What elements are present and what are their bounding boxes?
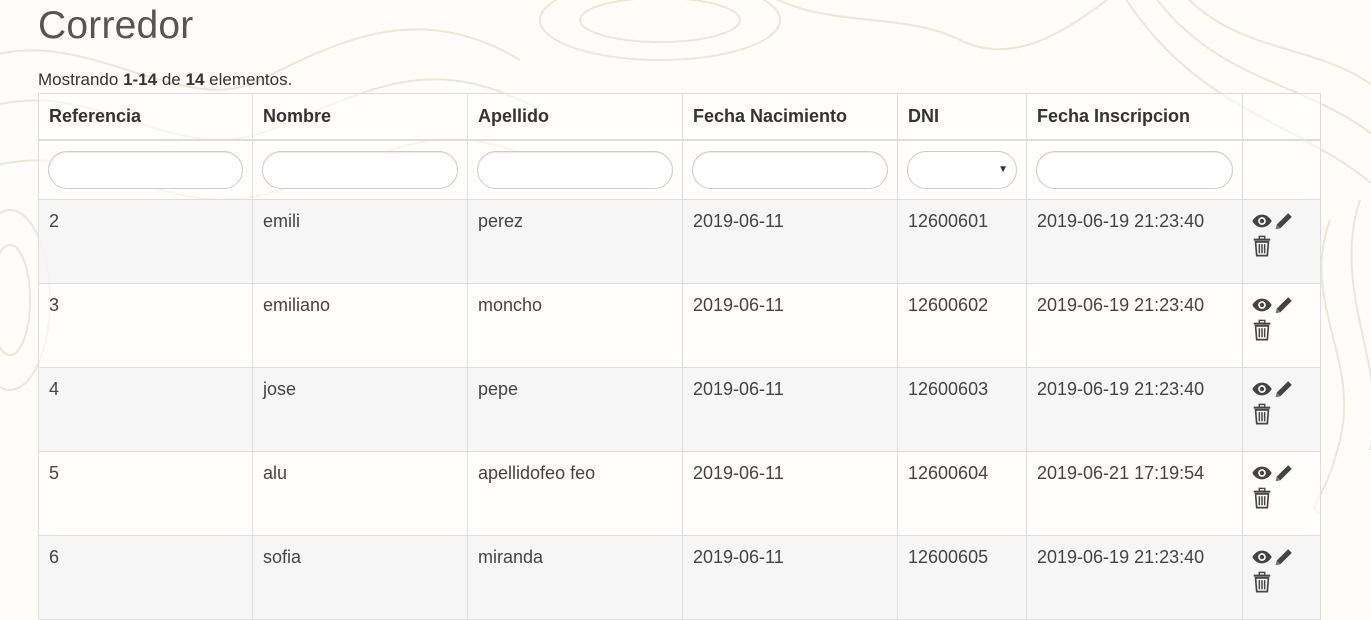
filter-cell bbox=[252, 139, 468, 200]
cell-fecha-nacimiento: 2019-06-11 bbox=[682, 367, 898, 452]
summary-total: 14 bbox=[185, 70, 205, 89]
eye-icon bbox=[1252, 298, 1272, 312]
corredor-grid: Referencia Nombre Apellido Fecha Nacimie… bbox=[38, 93, 1321, 620]
edit-button[interactable] bbox=[1273, 546, 1295, 568]
edit-button[interactable] bbox=[1273, 378, 1295, 400]
page-title: Corredor bbox=[38, 4, 194, 47]
view-button[interactable] bbox=[1251, 546, 1273, 568]
filter-dni-select[interactable]: ▼ bbox=[907, 151, 1017, 189]
eye-icon bbox=[1252, 550, 1272, 564]
cell-nombre: emiliano bbox=[252, 283, 468, 368]
filter-cell bbox=[1026, 139, 1243, 200]
table-header-row: Referencia Nombre Apellido Fecha Nacimie… bbox=[38, 93, 1321, 141]
eye-icon bbox=[1252, 466, 1272, 480]
cell-fecha-nacimiento: 2019-06-11 bbox=[682, 535, 898, 620]
cell-nombre: jose bbox=[252, 367, 468, 452]
cell-nombre: sofia bbox=[252, 535, 468, 620]
column-header-referencia[interactable]: Referencia bbox=[38, 93, 253, 141]
trash-icon bbox=[1253, 487, 1271, 509]
cell-dni: 12600605 bbox=[897, 535, 1027, 620]
summary-range: 1-14 bbox=[123, 70, 158, 89]
filter-cell: ▼ bbox=[897, 139, 1027, 200]
cell-fecha-inscripcion: 2019-06-19 21:23:40 bbox=[1026, 367, 1243, 452]
view-button[interactable] bbox=[1251, 462, 1273, 484]
cell-apellido: moncho bbox=[467, 283, 683, 368]
cell-fecha-inscripcion: 2019-06-19 21:23:40 bbox=[1026, 283, 1243, 368]
column-header-fecha-inscripcion[interactable]: Fecha Inscripcion bbox=[1026, 93, 1243, 141]
table-row: 6 sofia miranda 2019-06-11 12600605 2019… bbox=[38, 535, 1321, 620]
trash-icon bbox=[1253, 571, 1271, 593]
cell-nombre: alu bbox=[252, 451, 468, 536]
edit-button[interactable] bbox=[1273, 294, 1295, 316]
edit-button[interactable] bbox=[1273, 210, 1295, 232]
filter-row: ▼ bbox=[38, 139, 1321, 200]
eye-icon bbox=[1252, 214, 1272, 228]
edit-button[interactable] bbox=[1273, 462, 1295, 484]
table-row: 5 alu apellidofeo feo 2019-06-11 1260060… bbox=[38, 451, 1321, 536]
pencil-icon bbox=[1275, 297, 1292, 314]
cell-fecha-inscripcion: 2019-06-19 21:23:40 bbox=[1026, 535, 1243, 620]
cell-fecha-nacimiento: 2019-06-11 bbox=[682, 451, 898, 536]
delete-button[interactable] bbox=[1251, 487, 1273, 509]
pagination-summary: Mostrando 1-14 de 14 elementos. bbox=[38, 70, 293, 89]
cell-dni: 12600601 bbox=[897, 199, 1027, 284]
table-row: 3 emiliano moncho 2019-06-11 12600602 20… bbox=[38, 283, 1321, 368]
filter-fecha-inscripcion-input[interactable] bbox=[1036, 151, 1233, 189]
table-body: 2 emili perez 2019-06-11 12600601 2019-0… bbox=[38, 199, 1321, 620]
column-header-dni[interactable]: DNI bbox=[897, 93, 1027, 141]
cell-dni: 12600604 bbox=[897, 451, 1027, 536]
pencil-icon bbox=[1275, 381, 1292, 398]
filter-cell bbox=[38, 139, 253, 200]
filter-fecha-nacimiento-input[interactable] bbox=[692, 151, 888, 189]
table-row: 4 jose pepe 2019-06-11 12600603 2019-06-… bbox=[38, 367, 1321, 452]
column-header-apellido[interactable]: Apellido bbox=[467, 93, 683, 141]
trash-icon bbox=[1253, 319, 1271, 341]
cell-referencia: 6 bbox=[38, 535, 253, 620]
delete-button[interactable] bbox=[1251, 403, 1273, 425]
pencil-icon bbox=[1275, 549, 1292, 566]
view-button[interactable] bbox=[1251, 378, 1273, 400]
filter-cell-empty bbox=[1242, 139, 1321, 200]
filter-nombre-input[interactable] bbox=[262, 151, 458, 189]
cell-referencia: 3 bbox=[38, 283, 253, 368]
cell-apellido: apellidofeo feo bbox=[467, 451, 683, 536]
filter-apellido-input[interactable] bbox=[477, 151, 673, 189]
cell-fecha-inscripcion: 2019-06-21 17:19:54 bbox=[1026, 451, 1243, 536]
cell-referencia: 5 bbox=[38, 451, 253, 536]
cell-apellido: pepe bbox=[467, 367, 683, 452]
cell-actions bbox=[1242, 535, 1321, 620]
column-header-fecha-nacimiento[interactable]: Fecha Nacimiento bbox=[682, 93, 898, 141]
filter-cell bbox=[467, 139, 683, 200]
trash-icon bbox=[1253, 403, 1271, 425]
trash-icon bbox=[1253, 235, 1271, 257]
delete-button[interactable] bbox=[1251, 235, 1273, 257]
cell-actions bbox=[1242, 283, 1321, 368]
pencil-icon bbox=[1275, 465, 1292, 482]
view-button[interactable] bbox=[1251, 210, 1273, 232]
cell-nombre: emili bbox=[252, 199, 468, 284]
cell-fecha-nacimiento: 2019-06-11 bbox=[682, 199, 898, 284]
filter-referencia-input[interactable] bbox=[48, 151, 243, 189]
filter-cell bbox=[682, 139, 898, 200]
eye-icon bbox=[1252, 382, 1272, 396]
table-row: 2 emili perez 2019-06-11 12600601 2019-0… bbox=[38, 199, 1321, 284]
delete-button[interactable] bbox=[1251, 319, 1273, 341]
cell-referencia: 2 bbox=[38, 199, 253, 284]
cell-referencia: 4 bbox=[38, 367, 253, 452]
view-button[interactable] bbox=[1251, 294, 1273, 316]
cell-actions bbox=[1242, 367, 1321, 452]
cell-fecha-nacimiento: 2019-06-11 bbox=[682, 283, 898, 368]
caret-down-icon: ▼ bbox=[998, 164, 1008, 175]
cell-dni: 12600602 bbox=[897, 283, 1027, 368]
delete-button[interactable] bbox=[1251, 571, 1273, 593]
cell-apellido: perez bbox=[467, 199, 683, 284]
cell-fecha-inscripcion: 2019-06-19 21:23:40 bbox=[1026, 199, 1243, 284]
cell-apellido: miranda bbox=[467, 535, 683, 620]
column-header-nombre[interactable]: Nombre bbox=[252, 93, 468, 141]
cell-dni: 12600603 bbox=[897, 367, 1027, 452]
cell-actions bbox=[1242, 199, 1321, 284]
pencil-icon bbox=[1275, 213, 1292, 230]
cell-actions bbox=[1242, 451, 1321, 536]
column-header-actions bbox=[1242, 93, 1321, 141]
